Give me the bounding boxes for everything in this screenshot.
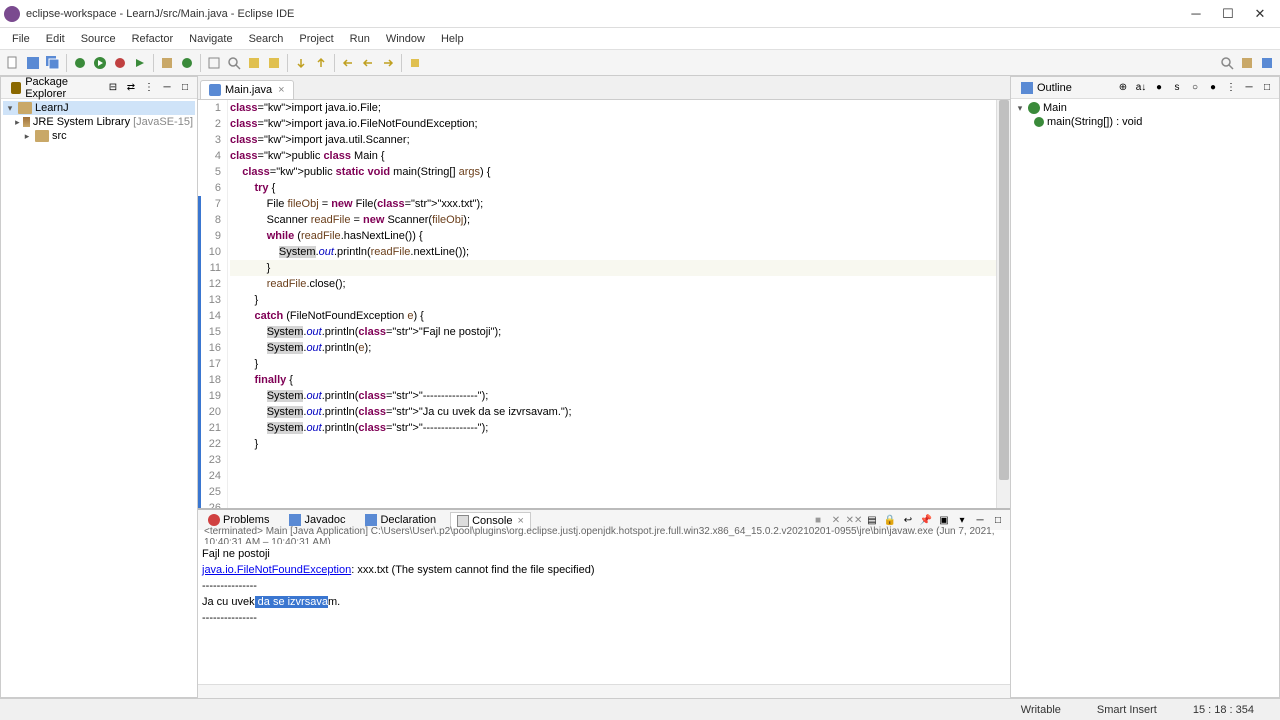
minimize-outline-button[interactable]: ─ bbox=[1241, 80, 1257, 96]
library-icon bbox=[23, 117, 30, 127]
tree-src-folder[interactable]: ▸src bbox=[3, 129, 195, 143]
hide-local-button[interactable]: ● bbox=[1205, 80, 1221, 96]
titlebar: eclipse-workspace - LearnJ/src/Main.java… bbox=[0, 0, 1280, 28]
view-menu-button[interactable]: ⋮ bbox=[141, 80, 157, 96]
maximize-panel-button[interactable]: □ bbox=[177, 80, 193, 96]
sort-button[interactable]: a↓ bbox=[1133, 80, 1149, 96]
save-button[interactable] bbox=[24, 54, 42, 72]
code-area[interactable]: class="kw">import java.io.File;class="kw… bbox=[228, 100, 996, 508]
menu-navigate[interactable]: Navigate bbox=[181, 30, 240, 48]
project-icon bbox=[18, 102, 32, 114]
toolbar bbox=[0, 50, 1280, 76]
menu-help[interactable]: Help bbox=[433, 30, 472, 48]
coverage-button[interactable] bbox=[111, 54, 129, 72]
menu-file[interactable]: File bbox=[4, 30, 38, 48]
outline-method-main[interactable]: main(String[]) : void bbox=[1013, 115, 1277, 129]
save-all-button[interactable] bbox=[44, 54, 62, 72]
hide-nonpublic-button[interactable]: ○ bbox=[1187, 80, 1203, 96]
method-icon bbox=[1034, 117, 1044, 127]
console-icon bbox=[457, 515, 469, 527]
menu-window[interactable]: Window bbox=[378, 30, 433, 48]
debug-button[interactable] bbox=[71, 54, 89, 72]
editor-zone: Main.java × 1234567891011121314151617181… bbox=[198, 76, 1010, 698]
menu-source[interactable]: Source bbox=[73, 30, 124, 48]
javadoc-icon bbox=[289, 514, 301, 526]
search-button[interactable] bbox=[225, 54, 243, 72]
console-info-bar: <terminated> Main [Java Application] C:\… bbox=[198, 530, 1010, 544]
console-h-scroll[interactable] bbox=[198, 684, 1010, 698]
last-edit-button[interactable] bbox=[339, 54, 357, 72]
exception-link[interactable]: java.io.FileNotFoundException bbox=[202, 564, 351, 576]
close-tab-button[interactable]: × bbox=[278, 84, 284, 96]
java-perspective-button[interactable] bbox=[1258, 54, 1276, 72]
editor-tabs: Main.java × bbox=[198, 76, 1010, 100]
line-number-gutter: 1234567891011121314151617181920212223242… bbox=[198, 100, 228, 508]
new-package-button[interactable] bbox=[158, 54, 176, 72]
prev-annotation-button[interactable] bbox=[312, 54, 330, 72]
open-type-button[interactable] bbox=[205, 54, 223, 72]
maximize-outline-button[interactable]: □ bbox=[1259, 80, 1275, 96]
link-editor-button[interactable]: ⇄ bbox=[123, 80, 139, 96]
menu-search[interactable]: Search bbox=[241, 30, 292, 48]
package-explorer-panel: Package Explorer ⊟ ⇄ ⋮ ─ □ ▾LearnJ ▸JRE … bbox=[0, 76, 198, 698]
menu-run[interactable]: Run bbox=[342, 30, 378, 48]
code-editor[interactable]: 1234567891011121314151617181920212223242… bbox=[198, 100, 1010, 508]
folder-icon bbox=[35, 130, 49, 142]
problems-icon bbox=[208, 514, 220, 526]
outline-class[interactable]: ▾Main bbox=[1013, 101, 1277, 115]
menu-edit[interactable]: Edit bbox=[38, 30, 73, 48]
close-button[interactable]: ✕ bbox=[1244, 2, 1276, 26]
package-explorer-title: Package Explorer bbox=[25, 76, 99, 100]
back-button[interactable] bbox=[359, 54, 377, 72]
statusbar: Writable Smart Insert 15 : 18 : 354 bbox=[0, 698, 1280, 720]
tree-jre-library[interactable]: ▸JRE System Library [JavaSE-15] bbox=[3, 115, 195, 129]
status-position: 15 : 18 : 354 bbox=[1175, 704, 1272, 716]
project-tree[interactable]: ▾LearnJ ▸JRE System Library [JavaSE-15] … bbox=[1, 99, 197, 145]
editor-tab-main[interactable]: Main.java × bbox=[200, 80, 294, 99]
declaration-icon bbox=[365, 514, 377, 526]
quick-access-button[interactable] bbox=[1218, 54, 1236, 72]
editor-scrollbar[interactable] bbox=[996, 100, 1010, 508]
annotation-button[interactable] bbox=[265, 54, 283, 72]
new-button[interactable] bbox=[4, 54, 22, 72]
collapse-all-button[interactable]: ⊟ bbox=[105, 80, 121, 96]
next-annotation-button[interactable] bbox=[292, 54, 310, 72]
hide-static-button[interactable]: s bbox=[1169, 80, 1185, 96]
run-button[interactable] bbox=[91, 54, 109, 72]
outline-tree[interactable]: ▾Main main(String[]) : void bbox=[1011, 99, 1279, 131]
java-file-icon bbox=[209, 84, 221, 96]
outline-menu-button[interactable]: ⋮ bbox=[1223, 80, 1239, 96]
minimize-button[interactable]: ─ bbox=[1180, 2, 1212, 26]
eclipse-icon bbox=[4, 6, 20, 22]
menubar: File Edit Source Refactor Navigate Searc… bbox=[0, 28, 1280, 50]
focus-button[interactable]: ⊕ bbox=[1115, 80, 1131, 96]
status-insert: Smart Insert bbox=[1079, 704, 1175, 716]
menu-project[interactable]: Project bbox=[291, 30, 341, 48]
outline-panel: Outline ⊕ a↓ ● s ○ ● ⋮ ─ □ ▾Main main(St… bbox=[1010, 76, 1280, 698]
new-class-button[interactable] bbox=[178, 54, 196, 72]
pin-editor-button[interactable] bbox=[406, 54, 424, 72]
selected-text: da se izvrsava bbox=[255, 596, 328, 608]
maximize-button[interactable]: ☐ bbox=[1212, 2, 1244, 26]
outline-icon bbox=[1021, 82, 1033, 94]
minimize-panel-button[interactable]: ─ bbox=[159, 80, 175, 96]
menu-refactor[interactable]: Refactor bbox=[124, 30, 182, 48]
forward-button[interactable] bbox=[379, 54, 397, 72]
bottom-panel: Problems Javadoc Declaration Console× ■ … bbox=[198, 508, 1010, 698]
tree-project-root[interactable]: ▾LearnJ bbox=[3, 101, 195, 115]
console-output[interactable]: Fajl ne postoji java.io.FileNotFoundExce… bbox=[198, 544, 1010, 684]
class-icon bbox=[1028, 102, 1040, 114]
close-console-button[interactable]: × bbox=[517, 515, 523, 527]
package-icon bbox=[11, 82, 21, 94]
window-title: eclipse-workspace - LearnJ/src/Main.java… bbox=[26, 8, 1180, 20]
outline-title: Outline bbox=[1037, 82, 1072, 94]
hide-fields-button[interactable]: ● bbox=[1151, 80, 1167, 96]
status-writable: Writable bbox=[1003, 704, 1079, 716]
run-last-button[interactable] bbox=[131, 54, 149, 72]
toggle-mark-button[interactable] bbox=[245, 54, 263, 72]
open-perspective-button[interactable] bbox=[1238, 54, 1256, 72]
